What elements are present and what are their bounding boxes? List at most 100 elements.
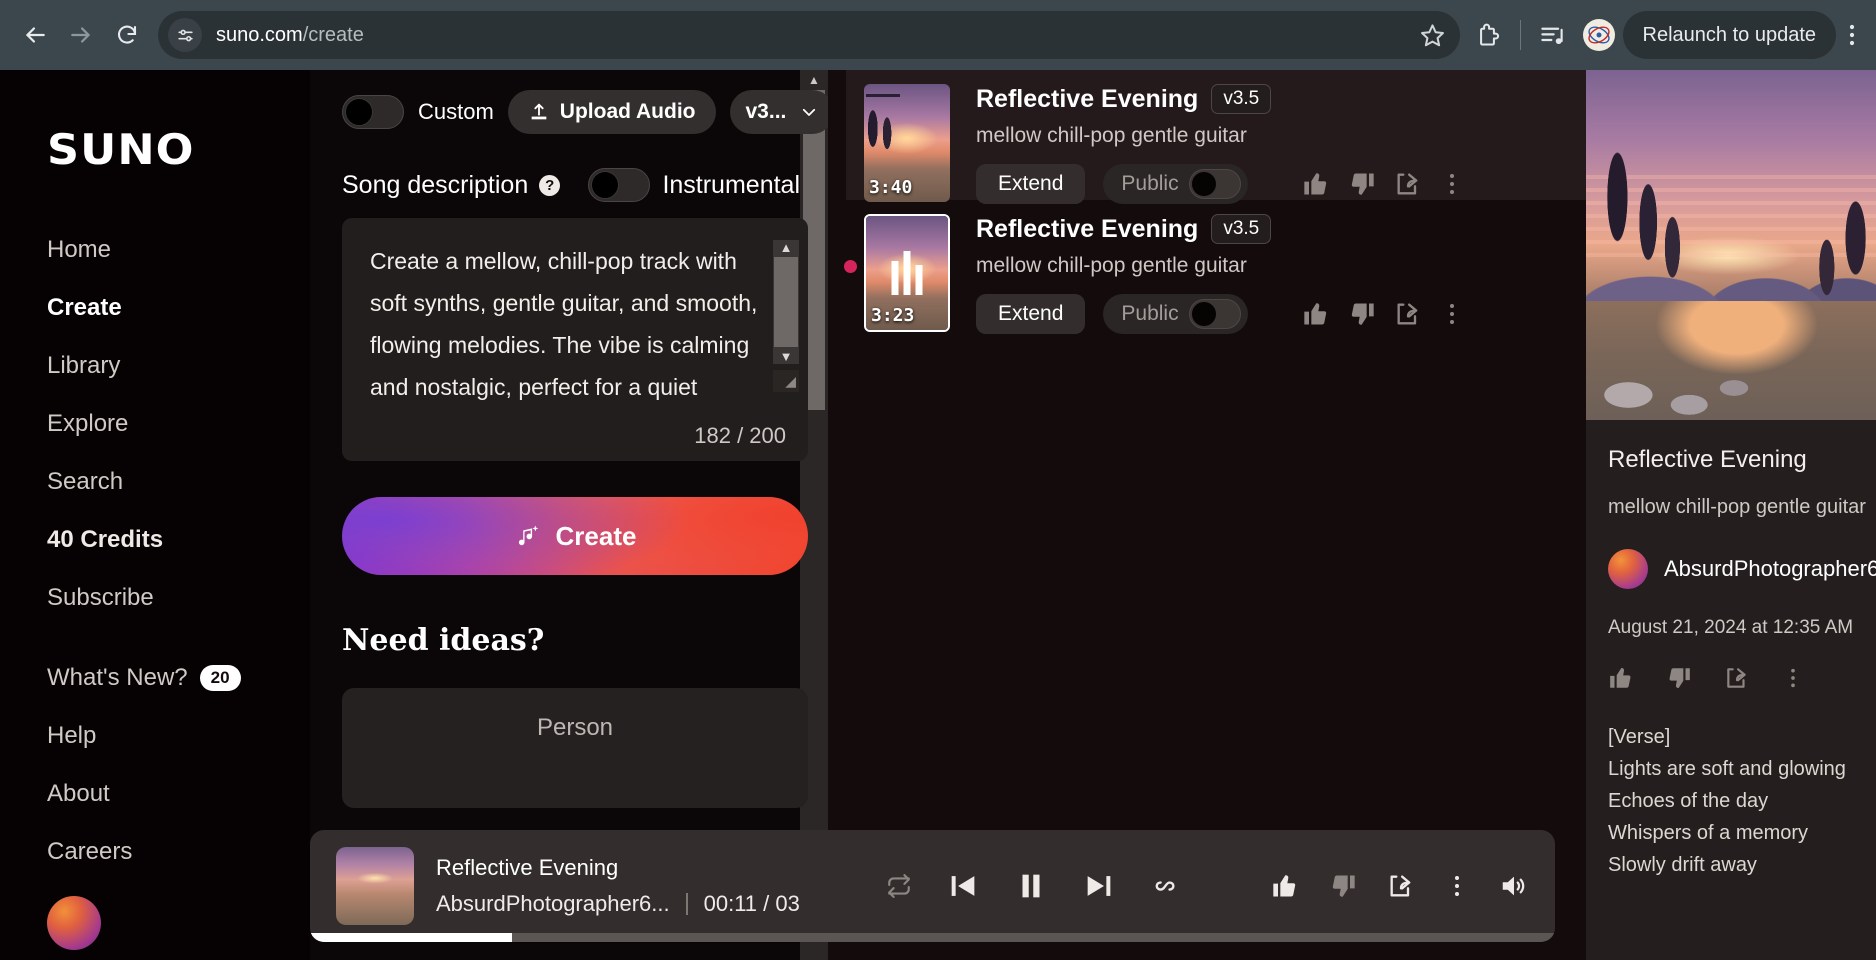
details-author-row[interactable]: AbsurdPhotographer6 [1608,549,1854,589]
site-info-button[interactable] [168,18,202,52]
user-avatar[interactable] [47,896,101,950]
next-track-button[interactable] [1082,869,1116,903]
description-scrollbar[interactable]: ▲ ▼ [773,240,799,364]
sidebar-item-about[interactable]: About [47,780,310,808]
public-toggle[interactable]: Public [1103,164,1247,204]
custom-mode-toggle[interactable] [342,95,404,129]
song-list-scrollbar[interactable]: ▲ [800,70,828,960]
scroll-up-arrow-icon[interactable]: ▲ [808,72,820,88]
sidebar-item-create[interactable]: Create [47,294,310,322]
forward-button[interactable] [58,12,104,58]
url-domain: suno.com [216,24,303,46]
public-switch[interactable] [1189,299,1241,329]
sidebar-item-home[interactable]: Home [47,236,310,264]
relaunch-to-update-button[interactable]: Relaunch to update [1623,11,1836,59]
share-icon [1724,665,1750,691]
model-version-label: v3... [746,100,787,124]
public-toggle[interactable]: Public [1103,294,1247,334]
sidebar-item-whats-new[interactable]: What's New? 20 [47,664,310,692]
song-version-badge: v3.5 [1211,214,1271,244]
idea-card[interactable]: Person [342,688,808,808]
song-title[interactable]: Reflective Evening [976,215,1198,244]
sidebar-item-library[interactable]: Library [47,352,310,380]
playing-bars-icon [892,251,923,295]
share-button[interactable] [1394,170,1422,198]
song-row[interactable]: 3:23 Reflective Evening v3.5 mellow chil… [846,200,1586,330]
extensions-button[interactable] [1466,13,1510,57]
suno-logo[interactable]: SUNO [47,125,326,174]
loop-button[interactable] [1150,871,1180,901]
avatar[interactable] [1608,549,1648,589]
sidebar-item-subscribe[interactable]: Subscribe [47,584,310,612]
song-description-input[interactable]: Create a mellow, chill-pop track with so… [342,218,808,461]
volume-icon [1499,871,1529,901]
whats-new-label: What's New? [47,664,188,692]
model-version-select[interactable]: v3... [730,90,835,134]
extend-button[interactable]: Extend [976,164,1085,204]
like-button[interactable] [1302,170,1330,198]
profile-button[interactable] [1583,19,1615,51]
song-cover-art[interactable] [1586,70,1876,420]
scroll-down-arrow-icon[interactable]: ▼ [780,349,793,364]
question-mark-icon[interactable]: ? [539,175,560,196]
player-thumbnail[interactable] [336,847,414,925]
instrumental-toggle[interactable] [588,168,650,202]
public-switch[interactable] [1189,169,1241,199]
profile-avatar-icon [1586,22,1612,48]
create-button[interactable]: Create [342,497,808,575]
thumbs-down-icon [1666,665,1692,691]
player-author[interactable]: AbsurdPhotographer6... [436,891,670,917]
song-thumbnail[interactable]: 3:23 [864,214,950,332]
sidebar-item-search[interactable]: Search [47,468,310,496]
media-control-button[interactable] [1531,13,1575,57]
volume-button[interactable] [1499,871,1529,901]
reload-button[interactable] [104,12,150,58]
chrome-menu-button[interactable] [1836,20,1864,50]
url-text[interactable]: suno.com/create [216,24,364,47]
pause-button[interactable] [1014,869,1048,903]
scroll-up-arrow-icon[interactable]: ▲ [780,240,793,255]
song-row[interactable]: 3:40 Reflective Evening v3.5 mellow chil… [846,70,1586,200]
kebab-menu-icon [1782,665,1804,691]
whats-new-badge: 20 [200,665,241,691]
previous-track-button[interactable] [946,869,980,903]
details-author[interactable]: AbsurdPhotographer6 [1664,556,1876,582]
song-thumbnail[interactable]: 3:40 [864,84,950,202]
sidebar-item-help[interactable]: Help [47,722,310,750]
dislike-button[interactable] [1666,665,1692,691]
song-title[interactable]: Reflective Evening [976,85,1198,114]
upload-audio-button[interactable]: Upload Audio [508,90,716,134]
like-button[interactable] [1271,872,1299,900]
scrollbar-thumb[interactable] [774,257,798,347]
forward-arrow-icon [68,22,94,48]
back-button[interactable] [12,12,58,58]
player-song-title[interactable]: Reflective Evening [436,855,800,881]
like-button[interactable] [1608,665,1634,691]
more-options-button[interactable] [1782,665,1804,691]
share-button[interactable] [1394,300,1422,328]
more-options-button[interactable] [1445,872,1469,900]
dislike-button[interactable] [1348,170,1376,198]
resize-grip-icon[interactable]: ◢ [773,370,799,392]
bookmark-button[interactable] [1419,22,1446,49]
song-description-header: Song description ? Instrumental [330,168,800,202]
share-button[interactable] [1724,665,1750,691]
repeat-button[interactable] [886,873,912,899]
address-bar[interactable]: suno.com/create [158,11,1460,59]
dislike-button[interactable] [1329,872,1357,900]
player-progress-bar[interactable] [310,933,1555,942]
repeat-icon [886,873,912,899]
sidebar-item-careers[interactable]: Careers [47,838,310,866]
sidebar-item-explore[interactable]: Explore [47,410,310,438]
like-button[interactable] [1302,300,1330,328]
extend-button[interactable]: Extend [976,294,1085,334]
more-options-button[interactable] [1440,300,1464,328]
more-options-button[interactable] [1440,170,1464,198]
dislike-button[interactable] [1348,300,1376,328]
song-actions: Extend Public [976,164,1586,204]
share-icon [1394,300,1422,328]
share-icon [1387,872,1415,900]
player-controls [886,869,1180,903]
share-button[interactable] [1387,872,1415,900]
upload-audio-label: Upload Audio [560,100,696,124]
